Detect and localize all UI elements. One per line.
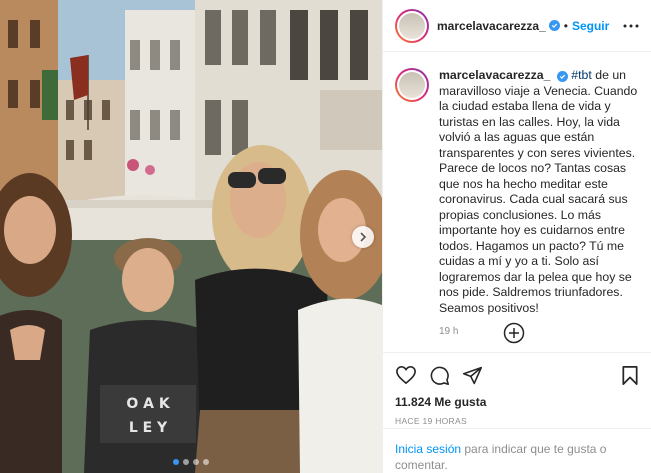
caption-hashtag[interactable]: #tbt <box>571 68 592 82</box>
verified-badge-icon <box>556 71 568 82</box>
post-header: marcelavacarezza_ • Seguir <box>383 0 651 52</box>
follow-button[interactable]: Seguir <box>572 19 609 33</box>
shirt-text-line1: O A K <box>126 396 170 412</box>
caption-text: marcelavacarezza_ #tbt de un maravilloso… <box>439 68 639 340</box>
avatar-image <box>399 12 425 39</box>
post-photo[interactable]: O A K L E Y <box>0 0 382 473</box>
login-link[interactable]: Inicia sesión <box>395 442 461 456</box>
post-timestamp: HACE 19 HORAS <box>395 416 467 426</box>
carousel-dot <box>173 459 179 465</box>
header-username[interactable]: marcelavacarezza_ <box>437 19 546 33</box>
next-photo-button[interactable] <box>352 226 374 248</box>
shirt-text-line2: L E Y <box>129 420 168 436</box>
share-button[interactable] <box>462 365 483 386</box>
post-side-panel: marcelavacarezza_ • Seguir marcelavacare… <box>382 0 651 473</box>
chevron-right-icon <box>360 232 367 242</box>
caption-time: 19 h <box>439 326 459 337</box>
heart-icon <box>396 365 416 385</box>
caption: marcelavacarezza_ #tbt de un maravilloso… <box>395 68 639 340</box>
carousel-dots <box>173 459 209 465</box>
plus-circle-icon <box>503 322 525 344</box>
action-icons <box>383 353 651 397</box>
carousel-dot <box>183 459 189 465</box>
carousel-dot <box>203 459 209 465</box>
avatar[interactable] <box>395 8 429 43</box>
post-actions: 11.824 Me gusta HACE 19 HORAS <box>383 352 651 426</box>
save-button[interactable] <box>621 365 639 386</box>
login-prompt: Inicia sesión para indicar que te gusta … <box>383 428 651 473</box>
more-horizontal-icon <box>623 24 639 27</box>
bookmark-icon <box>622 365 638 385</box>
carousel-dot <box>193 459 199 465</box>
caption-username[interactable]: marcelavacarezza_ <box>439 68 550 82</box>
verified-badge-icon <box>548 20 560 31</box>
header-separator: • <box>563 18 568 33</box>
more-options-button[interactable] <box>623 24 639 28</box>
comment-button[interactable] <box>429 365 450 386</box>
paper-plane-icon <box>462 366 483 384</box>
likes-count[interactable]: 11.824 Me gusta <box>383 395 651 409</box>
avatar-image <box>399 72 425 98</box>
caption-body: de un maravilloso viaje a Venecia. Cuand… <box>439 68 638 315</box>
like-button[interactable] <box>395 365 417 385</box>
comment-icon <box>430 366 450 385</box>
photo-illustration: O A K L E Y <box>0 0 382 473</box>
comments-area: marcelavacarezza_ #tbt de un maravilloso… <box>383 52 651 352</box>
load-more-comments-button[interactable] <box>503 322 525 344</box>
caption-avatar[interactable] <box>395 68 429 102</box>
